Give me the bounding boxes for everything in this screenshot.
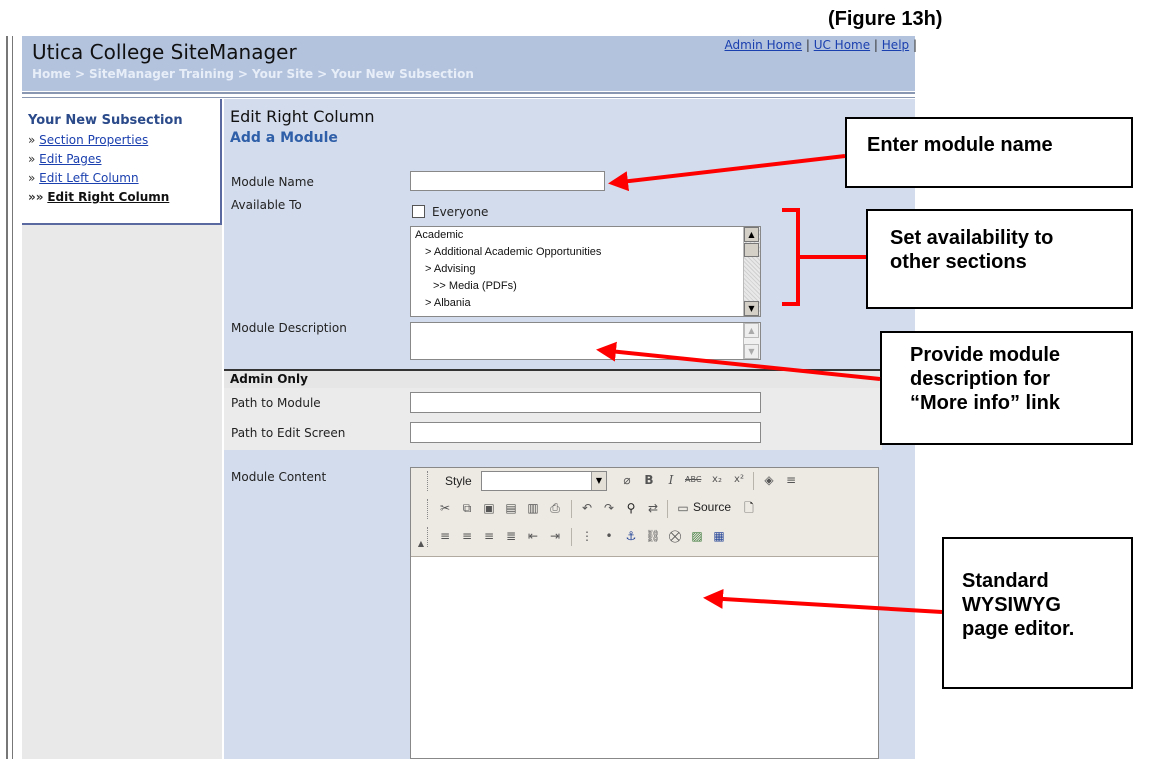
arrow-description (596, 341, 881, 381)
arrow-overlay (596, 154, 943, 614)
arrow-module-name (608, 154, 846, 192)
bracket-availability (782, 208, 866, 306)
arrow-wysiwyg (703, 588, 943, 614)
